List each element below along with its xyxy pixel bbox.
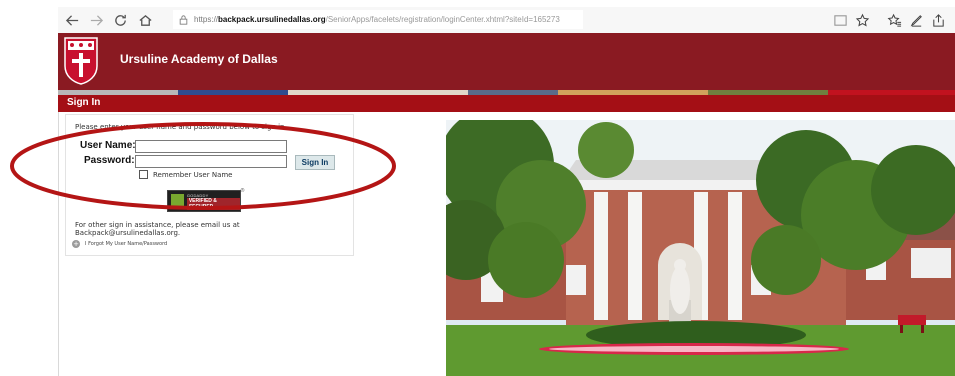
campus-photo bbox=[446, 120, 955, 376]
url-host: backpack.ursulinedallas.org bbox=[218, 15, 326, 24]
help-email: Backpack@ursulinedallas.org. bbox=[75, 229, 181, 237]
seal-registered-mark: ® bbox=[240, 188, 245, 194]
password-field[interactable] bbox=[135, 155, 287, 168]
login-instructions: Please enter your user name and password… bbox=[75, 123, 287, 131]
remember-checkbox[interactable] bbox=[139, 170, 148, 179]
forgot-password-label: I Forgot My User Name/Password bbox=[85, 241, 168, 247]
refresh-button[interactable] bbox=[110, 10, 130, 30]
share-icon bbox=[932, 13, 944, 27]
reading-view-button[interactable] bbox=[830, 10, 850, 30]
refresh-icon bbox=[114, 14, 126, 26]
notes-button[interactable] bbox=[906, 10, 926, 30]
shield-icon bbox=[171, 194, 184, 208]
password-label: Password: bbox=[84, 155, 135, 166]
signin-title: Sign In bbox=[67, 97, 101, 108]
help-text: For other sign in assistance, please ema… bbox=[75, 221, 240, 237]
site-header: Ursuline Academy of Dallas bbox=[58, 33, 955, 90]
favorites-icon bbox=[887, 13, 901, 27]
favorite-button[interactable] bbox=[852, 10, 872, 30]
browser-toolbar: https:// backpack.ursulinedallas.org /Se… bbox=[58, 7, 955, 34]
username-label: User Name: bbox=[80, 140, 136, 151]
username-field[interactable] bbox=[135, 140, 287, 153]
forward-button[interactable] bbox=[86, 10, 106, 30]
arrow-left-icon bbox=[65, 14, 78, 26]
pen-icon bbox=[910, 14, 922, 27]
security-seal[interactable]: GODADDY VERIFIED & SECURED bbox=[167, 190, 241, 212]
home-button[interactable] bbox=[135, 10, 155, 30]
remember-label: Remember User Name bbox=[153, 170, 233, 179]
school-name: Ursuline Academy of Dallas bbox=[120, 52, 278, 66]
url-prefix: https:// bbox=[194, 15, 219, 24]
reading-view-icon bbox=[833, 14, 847, 26]
school-crest-logo bbox=[64, 37, 98, 85]
home-icon bbox=[138, 14, 152, 26]
back-button[interactable] bbox=[62, 10, 82, 30]
forgot-password-link[interactable]: + I Forgot My User Name/Password bbox=[72, 240, 167, 248]
page-border bbox=[58, 112, 59, 376]
plus-icon: + bbox=[72, 240, 80, 248]
doc-link-underline[interactable] bbox=[0, 0, 42, 7]
signin-button[interactable]: Sign In bbox=[295, 155, 335, 170]
star-icon bbox=[855, 13, 869, 26]
document-fragment bbox=[0, 0, 955, 7]
remember-username[interactable]: Remember User Name bbox=[139, 170, 233, 179]
signin-title-bar: Sign In bbox=[58, 95, 955, 112]
favorites-button[interactable] bbox=[884, 10, 904, 30]
share-button[interactable] bbox=[928, 10, 948, 30]
url-path: /SeniorApps/facelets/registration/loginC… bbox=[325, 15, 560, 24]
lock-icon bbox=[179, 14, 188, 25]
address-bar[interactable]: https:// backpack.ursulinedallas.org /Se… bbox=[173, 10, 583, 29]
arrow-right-icon bbox=[90, 14, 103, 26]
seal-text: VERIFIED & SECURED bbox=[186, 197, 240, 210]
help-line-1: For other sign in assistance, please ema… bbox=[75, 221, 240, 229]
